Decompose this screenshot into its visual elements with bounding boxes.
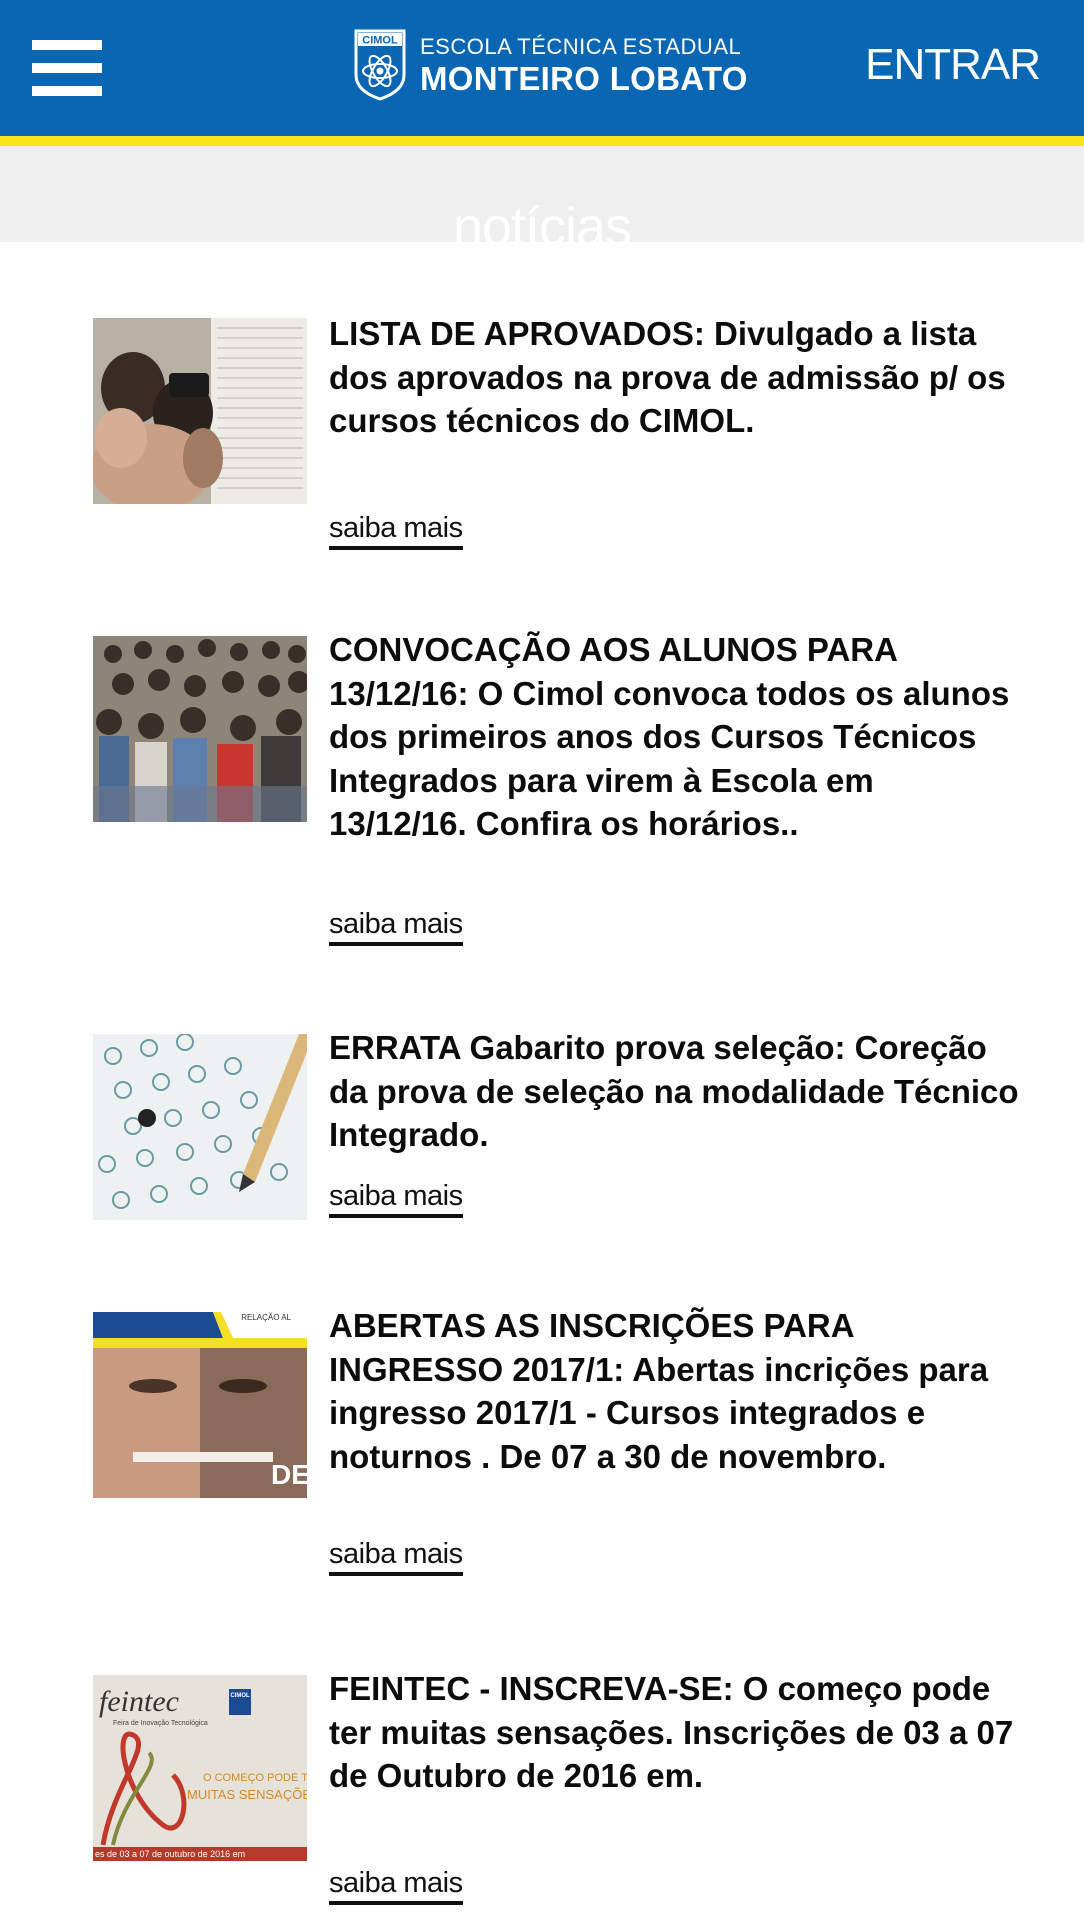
thumb-slogan-line2: MUITAS SENSAÇÕES <box>187 1787 307 1802</box>
school-type-label: ESCOLA TÉCNICA ESTADUAL <box>420 33 742 59</box>
read-more-link[interactable]: saiba mais <box>329 1538 463 1576</box>
thumb-badge-text: CIMOL <box>230 1693 250 1699</box>
thumb-subtitle-text: Feira de Inovação Tecnológica <box>113 1720 208 1727</box>
hamburger-menu-icon[interactable] <box>32 40 102 96</box>
thumb-dates-text: es de 03 a 07 de outubro de 2016 em <box>95 1849 245 1859</box>
section-header: notícias <box>0 146 1084 257</box>
news-title[interactable]: ABERTAS AS INSCRIÇÕES PARA INGRESSO 2017… <box>329 1304 1019 1478</box>
thumb-corner-text: RELAÇÃO AL <box>241 1313 291 1322</box>
news-title[interactable]: FEINTEC - INSCREVA-SE: O começo pode ter… <box>329 1667 1019 1798</box>
logo-badge-text: CIMOL <box>362 35 398 47</box>
school-logo[interactable]: CIMOL ESCOLA TÉCNICA ESTADUAL MONTEIRO L… <box>354 28 748 102</box>
news-thumbnail[interactable]: feintec Feira de Inovação Tecnológica CI… <box>93 1675 307 1861</box>
login-button[interactable]: ENTRAR <box>865 40 1041 90</box>
page-title: notícias <box>452 197 632 258</box>
header-accent-stripe <box>0 136 1084 146</box>
cimol-shield-icon: CIMOL <box>354 29 406 101</box>
school-name-label: MONTEIRO LOBATO <box>420 59 748 97</box>
thumb-big-text: DE <box>271 1459 307 1490</box>
news-title[interactable]: CONVOCAÇÃO AOS ALUNOS PARA 13/12/16: O C… <box>329 628 1019 846</box>
read-more-link[interactable]: saiba mais <box>329 908 463 946</box>
news-thumbnail[interactable] <box>93 318 307 504</box>
news-title[interactable]: ERRATA Gabarito prova seleção: Coreção d… <box>329 1026 1019 1157</box>
read-more-link[interactable]: saiba mais <box>329 512 463 550</box>
thumb-slogan-line1: O COMEÇO PODE TER <box>203 1772 307 1784</box>
news-title[interactable]: LISTA DE APROVADOS: Divulgado a lista do… <box>329 312 1019 443</box>
thumb-logo-text: feintec <box>99 1685 179 1718</box>
news-thumbnail[interactable] <box>93 636 307 822</box>
read-more-link[interactable]: saiba mais <box>329 1867 463 1905</box>
app-header: CIMOL ESCOLA TÉCNICA ESTADUAL MONTEIRO L… <box>0 0 1084 136</box>
news-thumbnail[interactable]: RELAÇÃO AL DE <box>93 1312 307 1498</box>
read-more-link[interactable]: saiba mais <box>329 1180 463 1218</box>
news-thumbnail[interactable] <box>93 1034 307 1220</box>
